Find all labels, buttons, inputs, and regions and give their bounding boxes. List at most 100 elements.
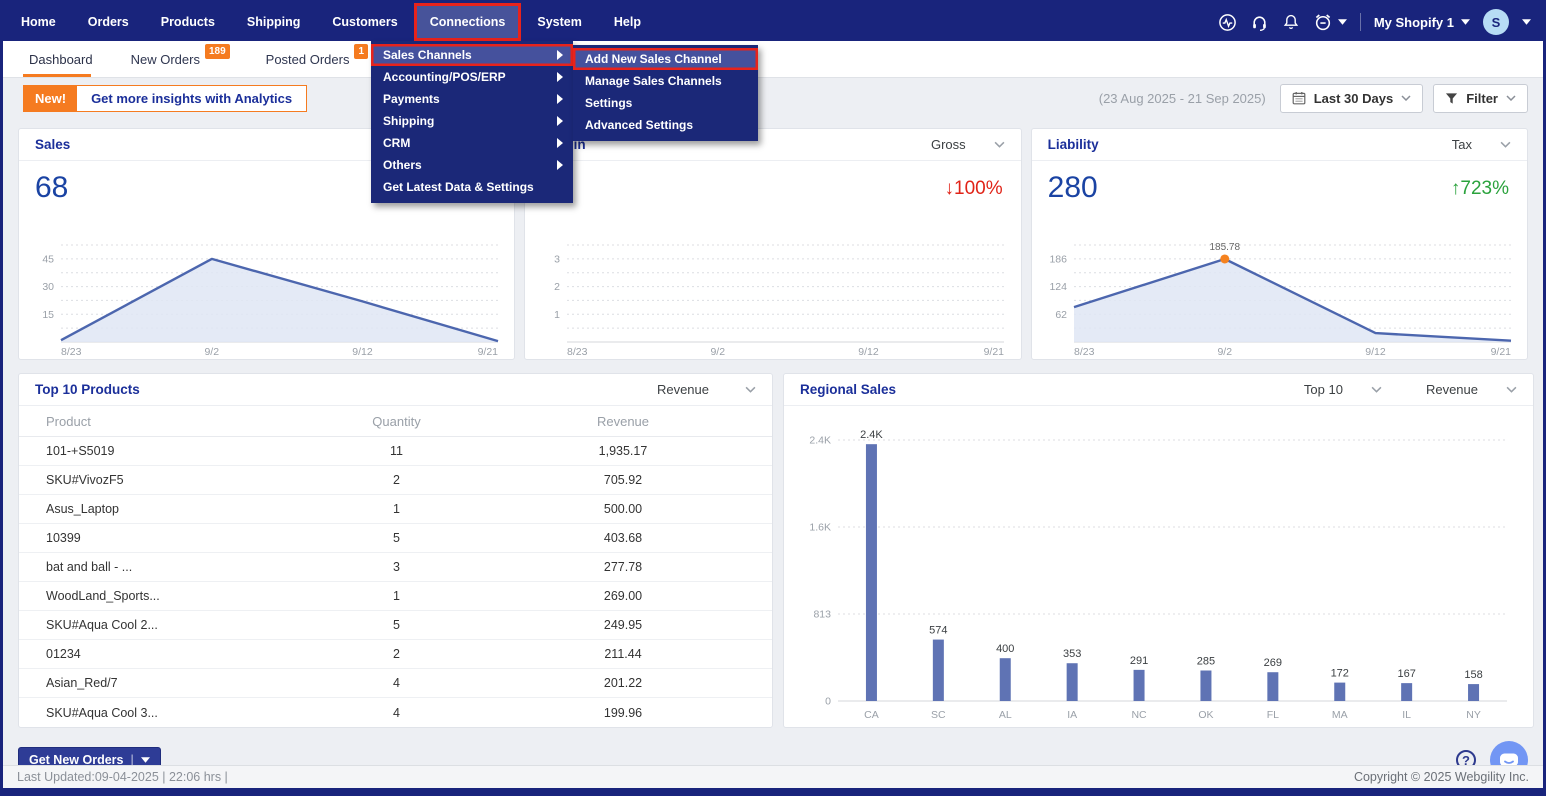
nav-item-customers[interactable]: Customers bbox=[316, 3, 413, 41]
svg-text:9/2: 9/2 bbox=[711, 346, 726, 358]
svg-text:9/2: 9/2 bbox=[1217, 346, 1232, 358]
top-products-metric-selector[interactable]: Revenue bbox=[657, 382, 756, 397]
menu-item-crm[interactable]: CRM bbox=[371, 132, 573, 154]
svg-text:CA: CA bbox=[864, 709, 879, 721]
cell-revenue: 1,935.17 bbox=[474, 444, 772, 458]
menu-item-payments[interactable]: Payments bbox=[371, 88, 573, 110]
submenu-arrow-icon bbox=[557, 94, 563, 104]
menu-item-label: Settings bbox=[585, 96, 632, 110]
cell-revenue: 500.00 bbox=[474, 502, 772, 516]
tab-posted-orders[interactable]: Posted Orders1 bbox=[260, 41, 372, 77]
svg-text:AL: AL bbox=[999, 709, 1012, 721]
liability-metric-selector[interactable]: Tax bbox=[1452, 137, 1511, 152]
svg-text:2: 2 bbox=[554, 281, 560, 293]
svg-text:9/21: 9/21 bbox=[1490, 346, 1511, 358]
menu-item-label: Advanced Settings bbox=[585, 118, 693, 132]
nav-item-shipping[interactable]: Shipping bbox=[231, 3, 316, 41]
liability-card-title: Liability bbox=[1048, 137, 1099, 152]
cell-revenue: 201.22 bbox=[474, 676, 772, 690]
regional-metric-value: Revenue bbox=[1426, 382, 1478, 397]
analytics-promo-link[interactable]: Get more insights with Analytics bbox=[77, 86, 306, 111]
chevron-down-icon bbox=[1371, 386, 1382, 393]
menu-item-get-latest-data-settings[interactable]: Get Latest Data & Settings bbox=[371, 176, 573, 198]
menu-item-label: Others bbox=[383, 158, 422, 172]
nav-item-products[interactable]: Products bbox=[145, 3, 231, 41]
sub-bar: New! Get more insights with Analytics (2… bbox=[3, 78, 1543, 118]
svg-text:400: 400 bbox=[996, 643, 1014, 655]
regional-sales-title: Regional Sales bbox=[800, 382, 896, 397]
top-products-panel: Top 10 Products Revenue Product Quantity… bbox=[18, 373, 773, 728]
nav-item-system[interactable]: System bbox=[521, 3, 597, 41]
svg-text:3: 3 bbox=[554, 253, 560, 265]
chevron-down-icon bbox=[1506, 95, 1516, 101]
date-filter-button[interactable]: Last 30 Days bbox=[1280, 84, 1424, 113]
svg-text:269: 269 bbox=[1264, 657, 1282, 669]
svg-text:MA: MA bbox=[1332, 709, 1348, 721]
activity-icon[interactable] bbox=[1218, 13, 1237, 32]
cell-revenue: 269.00 bbox=[474, 589, 772, 603]
svg-text:2.4K: 2.4K bbox=[809, 435, 831, 447]
alarm-clock-icon[interactable] bbox=[1313, 12, 1347, 32]
submenu-item-advanced-settings[interactable]: Advanced Settings bbox=[573, 114, 758, 136]
menu-item-label: Add New Sales Channel bbox=[585, 52, 722, 66]
notifications-bell-icon[interactable] bbox=[1282, 13, 1300, 31]
svg-text:0: 0 bbox=[825, 696, 831, 708]
submenu-arrow-icon bbox=[557, 116, 563, 126]
submenu-item-manage-sales-channels[interactable]: Manage Sales Channels bbox=[573, 70, 758, 92]
liability-delta: ↑723% bbox=[1451, 178, 1509, 200]
funnel-icon bbox=[1445, 92, 1458, 105]
svg-text:172: 172 bbox=[1331, 668, 1349, 680]
svg-text:8/23: 8/23 bbox=[1074, 346, 1095, 358]
svg-text:9/12: 9/12 bbox=[859, 346, 880, 358]
nav-item-orders[interactable]: Orders bbox=[72, 3, 145, 41]
table-row: WoodLand_Sports...1269.00 bbox=[19, 582, 772, 611]
headset-icon[interactable] bbox=[1250, 13, 1269, 32]
regional-topn-selector[interactable]: Top 10 bbox=[1304, 382, 1382, 397]
products-table-body: 101-+S5019111,935.17SKU#VivozF52705.92As… bbox=[19, 437, 772, 727]
filter-button[interactable]: Filter bbox=[1433, 84, 1528, 113]
svg-text:SC: SC bbox=[931, 709, 946, 721]
avatar[interactable]: S bbox=[1483, 9, 1509, 35]
sales-value: 68 bbox=[35, 171, 68, 207]
margin-metric-selector[interactable]: Gross bbox=[931, 137, 1005, 152]
svg-text:9/21: 9/21 bbox=[478, 346, 499, 358]
menu-item-shipping[interactable]: Shipping bbox=[371, 110, 573, 132]
nav-item-help[interactable]: Help bbox=[598, 3, 657, 41]
store-switcher[interactable]: My Shopify 1 bbox=[1374, 15, 1470, 30]
tab-dashboard[interactable]: Dashboard bbox=[23, 41, 99, 77]
nav-item-home[interactable]: Home bbox=[5, 3, 72, 41]
tab-badge: 189 bbox=[205, 44, 230, 59]
cell-product: Asus_Laptop bbox=[19, 502, 319, 516]
cell-revenue: 199.96 bbox=[474, 706, 772, 720]
sub-bar-right: (23 Aug 2025 - 21 Sep 2025) Last 30 Days… bbox=[1099, 84, 1528, 113]
regional-metric-selector[interactable]: Revenue bbox=[1426, 382, 1517, 397]
menu-item-accounting-pos-erp[interactable]: Accounting/POS/ERP bbox=[371, 66, 573, 88]
margin-card: Margin Gross ↓100% 1238/239/29/129/21 bbox=[524, 128, 1021, 360]
menu-item-label: Payments bbox=[383, 92, 440, 106]
cell-qty: 4 bbox=[319, 706, 474, 720]
bottom-row: Top 10 Products Revenue Product Quantity… bbox=[18, 373, 1528, 728]
dashboard-content: Sales 68 1530458/239/29/129/21 Margin Gr… bbox=[3, 118, 1543, 728]
svg-text:2.4K: 2.4K bbox=[860, 429, 883, 441]
submenu-item-add-new-sales-channel[interactable]: Add New Sales Channel bbox=[573, 48, 758, 70]
menu-item-label: Get Latest Data & Settings bbox=[383, 180, 534, 194]
menu-item-sales-channels[interactable]: Sales Channels bbox=[371, 44, 573, 66]
menu-item-others[interactable]: Others bbox=[371, 154, 573, 176]
chevron-down-icon[interactable] bbox=[1522, 19, 1531, 25]
main-menu-bar: HomeOrdersProductsShippingCustomersConne… bbox=[3, 3, 657, 41]
liability-value: 280 bbox=[1048, 171, 1098, 207]
top-nav: HomeOrdersProductsShippingCustomersConne… bbox=[3, 3, 1543, 41]
calendar-icon bbox=[1292, 91, 1306, 105]
svg-text:353: 353 bbox=[1063, 648, 1081, 660]
svg-text:158: 158 bbox=[1464, 669, 1482, 681]
submenu-arrow-icon bbox=[557, 138, 563, 148]
nav-item-connections[interactable]: Connections bbox=[414, 3, 522, 41]
kpi-cards-row: Sales 68 1530458/239/29/129/21 Margin Gr… bbox=[18, 128, 1528, 360]
svg-text:IA: IA bbox=[1067, 709, 1077, 721]
svg-text:45: 45 bbox=[42, 253, 54, 265]
cell-product: Asian_Red/7 bbox=[19, 676, 319, 690]
cell-qty: 5 bbox=[319, 618, 474, 632]
tab-new-orders[interactable]: New Orders189 bbox=[125, 41, 234, 77]
submenu-item-settings[interactable]: Settings bbox=[573, 92, 758, 114]
products-table-header: Product Quantity Revenue bbox=[19, 406, 772, 437]
